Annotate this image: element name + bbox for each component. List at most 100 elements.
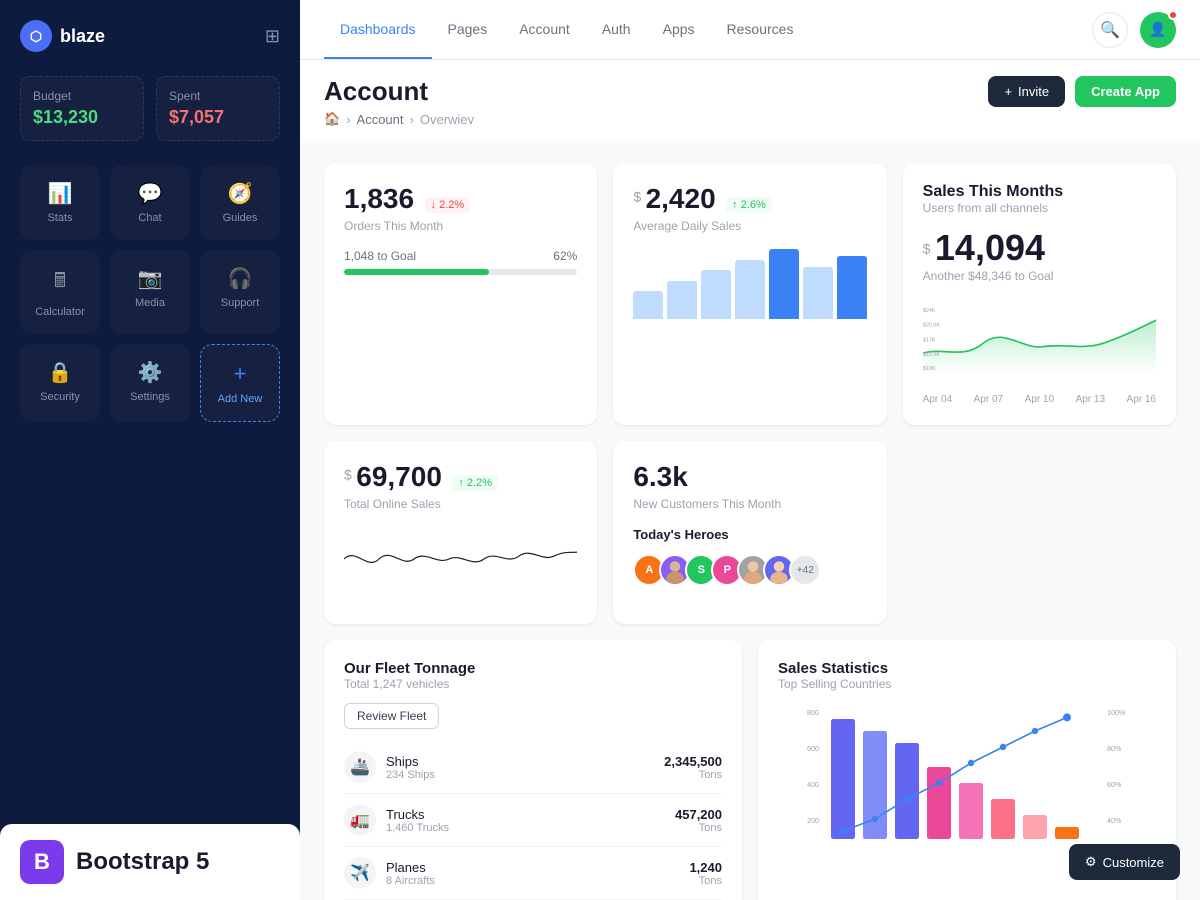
sidebar-item-settings[interactable]: ⚙️ Settings	[110, 344, 190, 422]
bootstrap-icon: B	[20, 840, 64, 884]
sidebar-item-media[interactable]: 📷 Media	[110, 250, 190, 334]
goal-pct: 62%	[553, 249, 577, 263]
stats-row-1: 1,836 ↓ 2.2% Orders This Month 1,048 to …	[324, 163, 1176, 425]
notification-badge	[1168, 10, 1178, 20]
planes-name: Planes	[386, 860, 435, 875]
daily-sales-change: ↑ 2.6%	[726, 197, 772, 213]
online-sales-value: 69,700	[356, 461, 442, 492]
chart-label-3: Apr 10	[1025, 394, 1054, 405]
sales-stats-title: Sales Statistics	[778, 660, 1156, 677]
breadcrumb-account[interactable]: Account	[357, 112, 404, 127]
svg-text:$24K: $24K	[923, 308, 936, 314]
orders-number-row: 1,836 ↓ 2.2%	[344, 183, 577, 215]
bootstrap-text: Bootstrap 5	[76, 848, 209, 876]
chart-label-4: Apr 13	[1076, 394, 1105, 405]
bar-5	[769, 249, 799, 319]
svg-text:60%: 60%	[1107, 780, 1122, 789]
breadcrumb: 🏠 › Account › Overwiev	[324, 111, 474, 127]
add-new-icon: +	[234, 361, 247, 387]
online-dollar: $	[344, 467, 352, 483]
ships-sub: 234 Ships	[386, 769, 435, 781]
online-sales-card: $ 69,700 ↑ 2.2% Total Online Sales	[324, 441, 597, 624]
chart-label-2: Apr 07	[974, 394, 1003, 405]
new-customers-card: 6.3k New Customers This Month Today's He…	[613, 441, 886, 624]
trucks-info: Trucks 1,460 Trucks	[386, 807, 449, 834]
sidebar-item-calculator[interactable]: 🖩 Calculator	[20, 250, 100, 334]
page-content: Account 🏠 › Account › Overwiev + Invite …	[300, 60, 1200, 900]
sidebar-item-stats[interactable]: 📊 Stats	[20, 165, 100, 240]
add-new-label: Add New	[218, 393, 263, 405]
nav-links: Dashboards Pages Account Auth Apps Resou…	[324, 1, 809, 59]
bar-6	[803, 267, 833, 320]
trucks-sub: 1,460 Trucks	[386, 822, 449, 834]
budget-row: Budget $13,230 Spent $7,057	[20, 76, 280, 141]
bar-7	[837, 256, 867, 319]
new-customers-value: 6.3k	[633, 461, 866, 493]
planes-unit: Tons	[689, 875, 722, 887]
svg-text:$13.5K: $13.5K	[923, 352, 940, 358]
create-app-button[interactable]: Create App	[1075, 76, 1176, 107]
nav-pages[interactable]: Pages	[432, 1, 504, 59]
customize-button[interactable]: ⚙ Customize	[1069, 844, 1180, 880]
breadcrumb-home[interactable]: 🏠	[324, 111, 340, 127]
calculator-icon: 🖩	[54, 266, 66, 300]
online-sales-label: Total Online Sales	[344, 497, 577, 511]
sidebar-header: ⬡ blaze ⊞	[20, 20, 280, 52]
progress-bar	[344, 269, 577, 275]
support-label: Support	[221, 297, 260, 309]
sidebar-logo: ⬡ blaze	[20, 20, 105, 52]
planes-info: Planes 8 Aircrafts	[386, 860, 435, 887]
stats-row-2: $ 69,700 ↑ 2.2% Total Online Sales 6.3k …	[324, 441, 1176, 624]
sidebar-item-add-new[interactable]: + Add New	[200, 344, 280, 422]
logo-text: blaze	[60, 26, 105, 47]
sales-subtitle: Users from all channels	[923, 201, 1156, 215]
sidebar-item-security[interactable]: 🔒 Security	[20, 344, 100, 422]
sidebar-item-chat[interactable]: 💬 Chat	[110, 165, 190, 240]
svg-text:40%: 40%	[1107, 816, 1122, 825]
orders-progress: 1,048 to Goal 62%	[344, 249, 577, 275]
budget-value: $13,230	[33, 107, 131, 128]
sales-big-number: 14,094	[935, 227, 1045, 268]
svg-text:$17K: $17K	[923, 337, 936, 343]
nav-dashboards[interactable]: Dashboards	[324, 1, 432, 59]
chart-label-1: Apr 04	[923, 394, 952, 405]
daily-sales-number-row: $ 2,420 ↑ 2.6%	[633, 183, 866, 215]
nav-auth[interactable]: Auth	[586, 1, 647, 59]
new-customers-label: New Customers This Month	[633, 497, 866, 511]
nav-apps[interactable]: Apps	[647, 1, 711, 59]
trucks-icon: 🚛	[344, 804, 376, 836]
online-sales-chart	[344, 519, 577, 599]
svg-text:$20.5K: $20.5K	[923, 323, 940, 329]
main-content: Dashboards Pages Account Auth Apps Resou…	[300, 0, 1200, 900]
sidebar-item-support[interactable]: 🎧 Support	[200, 250, 280, 334]
planes-amount: 1,240 Tons	[689, 860, 722, 887]
invite-label: Invite	[1018, 84, 1049, 99]
budget-label: Budget	[33, 89, 131, 103]
heroes-row: A S P +42	[633, 554, 866, 586]
spent-card: Spent $7,057	[156, 76, 280, 141]
sidebar-item-guides[interactable]: 🧭 Guides	[200, 165, 280, 240]
daily-sales-chart	[633, 249, 866, 319]
review-fleet-button[interactable]: Review Fleet	[344, 703, 439, 729]
avatar-button[interactable]: 👤	[1140, 12, 1176, 48]
sales-line-chart: $24K $20.5K $17K $13.5K $10K	[923, 295, 1156, 385]
sales-dollar: $	[923, 241, 931, 257]
planes-value: 1,240	[689, 860, 722, 875]
hero-count: +42	[789, 554, 821, 586]
support-icon: 🎧	[228, 266, 253, 291]
ships-value: 2,345,500	[664, 754, 722, 769]
bootstrap-badge: B Bootstrap 5	[0, 824, 300, 900]
progress-fill	[344, 269, 489, 275]
spacer-card	[903, 441, 1176, 624]
menu-icon[interactable]: ⊞	[265, 26, 280, 47]
guides-label: Guides	[223, 212, 258, 224]
fleet-row-ships: 🚢 Ships 234 Ships 2,345,500 Tons	[344, 741, 722, 794]
invite-button[interactable]: + Invite	[988, 76, 1065, 107]
spent-value: $7,057	[169, 107, 267, 128]
svg-text:400: 400	[807, 780, 819, 789]
nav-account[interactable]: Account	[503, 1, 586, 59]
search-button[interactable]: 🔍	[1092, 12, 1128, 48]
calculator-label: Calculator	[35, 306, 85, 318]
line-chart-wrap: $24K $20.5K $17K $13.5K $10K Apr 04 Apr …	[923, 295, 1156, 405]
nav-resources[interactable]: Resources	[711, 1, 810, 59]
